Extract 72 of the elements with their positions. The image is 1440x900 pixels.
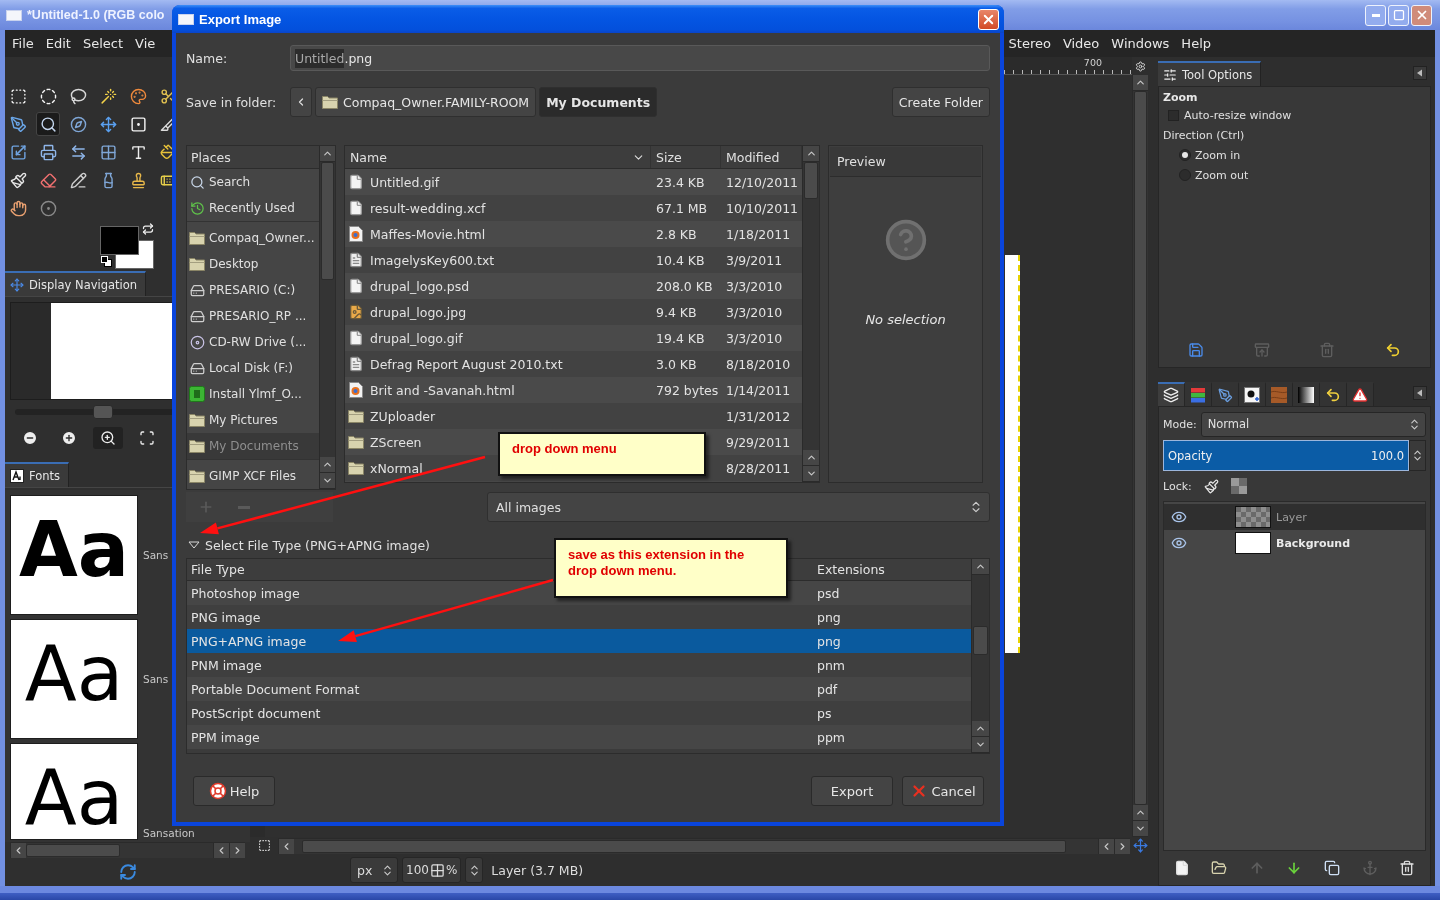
- file-name: Untitled.gif: [370, 174, 440, 190]
- file-date: 1/31/2012: [725, 408, 792, 424]
- file-name: drupal_logo.gif: [370, 330, 463, 346]
- note-tooltip: save as this extension in the drop down menu.: [554, 538, 788, 598]
- file-date: 10/10/2011: [725, 200, 800, 216]
- file-size: 9.4 KB: [655, 304, 698, 320]
- layer-name: Layer: [1276, 510, 1307, 524]
- dialog-title: Export Image: [199, 11, 282, 27]
- ruler: 700: [1004, 57, 1132, 75]
- font-sample: Aa: [24, 768, 124, 829]
- option-label: Direction (Ctrl): [1163, 127, 1246, 144]
- file-size: 10.4 KB: [655, 252, 706, 268]
- table-cell: Photoshop image: [191, 585, 300, 601]
- table-cell: PNG image: [191, 609, 261, 625]
- tool-name: Zoom: [1163, 91, 1199, 105]
- file-date: 3/9/2011: [725, 252, 784, 268]
- file-size: 208.0 KB: [655, 278, 714, 294]
- file-date: 1/14/2011: [725, 382, 792, 398]
- note-tooltip: drop down menu: [498, 432, 706, 476]
- font-name: Sansation: [143, 827, 195, 840]
- expander-label: Select File Type (PNG+APNG image): [205, 537, 430, 553]
- file-name: ImagelysKey600.txt: [370, 252, 495, 268]
- table-cell: png: [817, 609, 841, 625]
- mode-label: Mode:: [1163, 417, 1197, 431]
- opacity-value: 100.0: [1371, 448, 1404, 463]
- file-name: Brit and -Savanah.html: [370, 382, 515, 398]
- lock-label: Lock:: [1163, 479, 1192, 493]
- table-cell: Portable Document Format: [191, 681, 360, 697]
- file-name: Maffes-Movie.html: [370, 226, 486, 242]
- field-label: Name:: [186, 50, 229, 66]
- file-date: 1/18/2011: [725, 226, 792, 242]
- table-cell: pdf: [817, 681, 838, 697]
- table-cell: psd: [817, 585, 840, 601]
- table-cell: ps: [817, 705, 832, 721]
- table-cell: pnm: [817, 657, 846, 673]
- layer-name: Background: [1276, 536, 1351, 550]
- table-cell: PostScript document: [191, 705, 321, 721]
- file-name: Defrag Report August 2010.txt: [370, 356, 563, 372]
- table-cell: PNM image: [191, 657, 262, 673]
- font-name: Sans: [143, 548, 169, 562]
- file-name: result-wedding.xcf: [370, 200, 486, 216]
- file-name: xNormal: [370, 460, 423, 476]
- field-label: Save in folder:: [186, 94, 278, 110]
- file-size: 23.4 KB: [655, 174, 706, 190]
- file-date: 8/28/2011: [725, 460, 792, 476]
- file-name: ZScreen: [370, 434, 422, 450]
- table-cell: PNG+APNG image: [191, 633, 307, 649]
- file-date: 3/3/2010: [725, 304, 784, 320]
- file-date: 9/29/2011: [725, 434, 792, 450]
- table-cell: png: [817, 633, 841, 649]
- file-size: 2.8 KB: [655, 226, 698, 242]
- file-date: 3/3/2010: [725, 278, 784, 294]
- table-cell: PPM image: [191, 729, 260, 745]
- file-size: 67.1 MB: [655, 200, 709, 216]
- window-title: *Untitled-1.0 (RGB colo: [27, 8, 165, 22]
- font-sample: Aa: [24, 644, 124, 705]
- file-size: 792 bytes: [655, 382, 720, 398]
- file-name: ZUploader: [370, 408, 436, 424]
- file-size: 19.4 KB: [655, 330, 706, 346]
- table-cell: ppm: [817, 729, 846, 745]
- file-date: 12/10/2011: [725, 174, 800, 190]
- status-text: Layer (3.7 MB): [491, 862, 584, 878]
- font-sample: Aa: [18, 520, 130, 581]
- file-date: 8/18/2010: [725, 356, 792, 372]
- preview-message: No selection: [865, 312, 946, 327]
- file-name: drupal_logo.psd: [370, 278, 470, 294]
- file-name: drupal_logo.jpg: [370, 304, 467, 320]
- preview-title: Preview: [830, 147, 981, 177]
- opacity-label: Opacity: [1168, 448, 1213, 463]
- file-date: 3/3/2010: [725, 330, 784, 346]
- file-size: 3.0 KB: [655, 356, 698, 372]
- font-name: Sans: [143, 672, 169, 686]
